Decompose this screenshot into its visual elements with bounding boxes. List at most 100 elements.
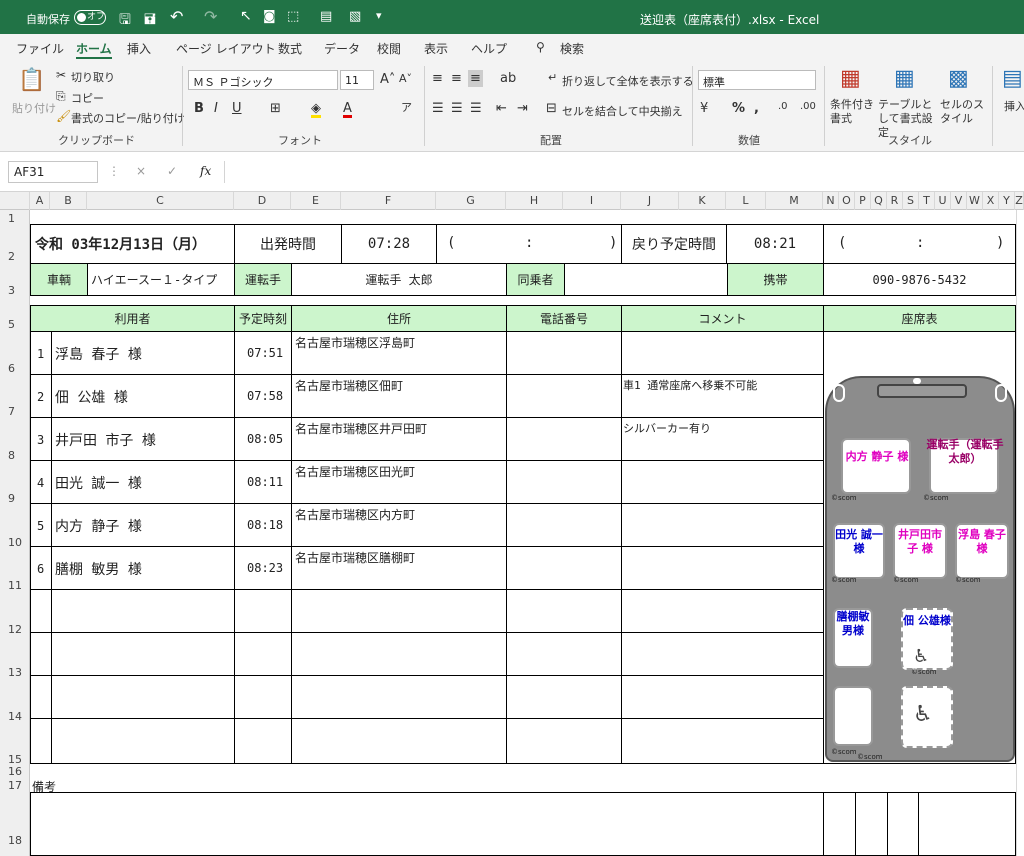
- user-name[interactable]: 田光 誠一 様: [51, 460, 235, 504]
- wrap-text-button[interactable]: 折り返して全体を表示する: [562, 73, 694, 89]
- row-header[interactable]: 17: [0, 779, 29, 792]
- paste-icon[interactable]: 📋: [18, 70, 45, 92]
- address[interactable]: 名古屋市瑞穂区膳棚町: [291, 546, 507, 590]
- user-name[interactable]: 井戸田 市子 様: [51, 417, 235, 461]
- phone[interactable]: [506, 331, 622, 375]
- bold-icon[interactable]: B: [194, 102, 204, 115]
- tab-help[interactable]: ヘルプ: [471, 40, 507, 57]
- tab-view[interactable]: 表示: [424, 40, 448, 57]
- align-middle-icon[interactable]: ≡: [451, 72, 462, 85]
- comment[interactable]: 車1 通常座席へ移乗不可能: [621, 374, 824, 418]
- insert-cells-icon[interactable]: ▤: [1002, 68, 1023, 90]
- passenger-value[interactable]: [564, 263, 728, 296]
- remarks-extra-cell[interactable]: [918, 792, 1016, 856]
- col-header[interactable]: B: [50, 192, 87, 210]
- address[interactable]: 名古屋市瑞穂区佃町: [291, 374, 507, 418]
- user-name[interactable]: [51, 675, 235, 719]
- col-header[interactable]: I: [563, 192, 621, 210]
- pickup-time[interactable]: [234, 632, 292, 676]
- document-icon[interactable]: ▧: [349, 9, 361, 24]
- copy-button[interactable]: コピー: [71, 90, 104, 106]
- pickup-time[interactable]: 07:51: [234, 331, 292, 375]
- phone[interactable]: [506, 546, 622, 590]
- seat-row4-left[interactable]: [833, 686, 873, 746]
- increase-indent-icon[interactable]: ⇥: [517, 102, 528, 115]
- row-header[interactable]: 2: [0, 250, 29, 263]
- comment[interactable]: [621, 503, 824, 547]
- address[interactable]: [291, 675, 507, 719]
- address[interactable]: 名古屋市瑞穂区井戸田町: [291, 417, 507, 461]
- cell-styles-icon[interactable]: ▩: [948, 68, 969, 90]
- col-header[interactable]: U: [935, 192, 951, 210]
- select-all[interactable]: [0, 192, 30, 210]
- name-box[interactable]: AF31: [8, 161, 98, 183]
- user-name[interactable]: 内方 静子 様: [51, 503, 235, 547]
- format-painter-icon[interactable]: 🖌: [56, 110, 71, 122]
- col-header[interactable]: G: [436, 192, 506, 210]
- align-bottom-icon[interactable]: ≡: [468, 70, 483, 87]
- row-header[interactable]: 16: [0, 765, 29, 778]
- col-header[interactable]: O: [839, 192, 855, 210]
- tab-insert[interactable]: 挿入: [127, 40, 151, 57]
- address[interactable]: 名古屋市瑞穂区田光町: [291, 460, 507, 504]
- user-name[interactable]: 浮島 春子 様: [51, 331, 235, 375]
- comment[interactable]: シルバーカー有り: [621, 417, 824, 461]
- user-name[interactable]: 膳棚 敏男 様: [51, 546, 235, 590]
- align-center-icon[interactable]: ☰: [451, 102, 463, 115]
- cell-styles-button[interactable]: セルのスタイル: [940, 98, 984, 126]
- number-format-select[interactable]: 標準: [698, 70, 816, 90]
- phone[interactable]: [506, 417, 622, 461]
- font-color-icon[interactable]: A: [343, 102, 352, 118]
- col-header[interactable]: T: [919, 192, 935, 210]
- col-header[interactable]: A: [30, 192, 50, 210]
- comment[interactable]: [621, 331, 824, 375]
- pickup-time[interactable]: 08:18: [234, 503, 292, 547]
- format-as-table-icon[interactable]: ▦: [894, 68, 915, 90]
- increase-decimal-icon[interactable]: .0: [778, 102, 788, 112]
- pickup-time[interactable]: [234, 675, 292, 719]
- col-header[interactable]: W: [967, 192, 983, 210]
- return-time[interactable]: 08:21: [726, 224, 824, 264]
- phone[interactable]: [506, 632, 622, 676]
- sheet-grid[interactable]: 令和 03年12月13日（月） 出発時間 07:28 ( : ) 戻り予定時間 …: [30, 210, 1024, 856]
- phone[interactable]: [506, 374, 622, 418]
- save-icon[interactable]: 🖫: [119, 9, 131, 33]
- customize-qat-icon[interactable]: ▾: [376, 9, 382, 22]
- col-header[interactable]: E: [291, 192, 341, 210]
- pickup-time[interactable]: 08:05: [234, 417, 292, 461]
- row-header[interactable]: 12: [0, 623, 29, 636]
- comment[interactable]: [621, 632, 824, 676]
- col-header[interactable]: Y: [999, 192, 1015, 210]
- align-top-icon[interactable]: ≡: [432, 72, 443, 85]
- row-header[interactable]: 9: [0, 492, 29, 505]
- currency-icon[interactable]: ¥: [700, 102, 708, 115]
- cancel-icon[interactable]: ×: [136, 164, 146, 178]
- row-header[interactable]: 1: [0, 212, 29, 225]
- comment[interactable]: [621, 546, 824, 590]
- row-header[interactable]: 6: [0, 362, 29, 375]
- row-header[interactable]: 14: [0, 710, 29, 723]
- col-header[interactable]: P: [855, 192, 871, 210]
- print-preview-icon[interactable]: ▤: [320, 9, 332, 24]
- row-header[interactable]: 11: [0, 579, 29, 592]
- driver-value[interactable]: 運転手 太郎: [291, 263, 507, 296]
- paste-label[interactable]: 貼り付け: [12, 100, 56, 116]
- comment[interactable]: [621, 460, 824, 504]
- align-right-icon[interactable]: ☰: [470, 102, 482, 115]
- col-header[interactable]: Z: [1015, 192, 1024, 210]
- depart-time[interactable]: 07:28: [341, 224, 437, 264]
- vehicle-value[interactable]: ハイエースー１-タイプ: [87, 263, 235, 296]
- date-cell[interactable]: 令和 03年12月13日（月）: [30, 224, 235, 264]
- mobile-value[interactable]: 090-9876-5432: [823, 263, 1016, 296]
- font-name-select[interactable]: ＭＳ Ｐゴシック: [188, 70, 338, 90]
- col-header[interactable]: N: [823, 192, 839, 210]
- phonetic-icon[interactable]: ア: [401, 102, 412, 113]
- search-icon[interactable]: ⚲: [536, 40, 545, 54]
- save-as-icon[interactable]: 🖬: [144, 9, 156, 33]
- font-size-select[interactable]: 11: [340, 70, 374, 90]
- percent-icon[interactable]: %: [732, 102, 745, 115]
- remarks-extra-cell[interactable]: [855, 792, 888, 856]
- wrap-text-icon[interactable]: ↵: [548, 72, 557, 83]
- phone[interactable]: [506, 675, 622, 719]
- align-left-icon[interactable]: ☰: [432, 102, 444, 115]
